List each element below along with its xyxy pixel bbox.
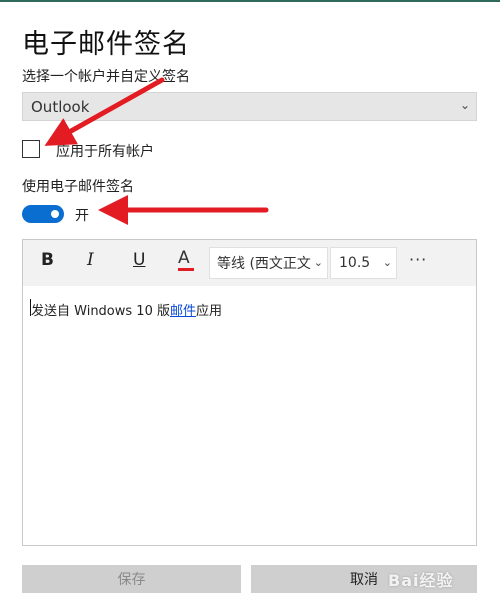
account-select-value: Outlook	[31, 97, 90, 116]
chevron-down-icon: ⌄	[382, 256, 392, 269]
font-size-select[interactable]: 10.5 ⌄	[330, 247, 397, 279]
apply-all-label[interactable]: 应用于所有帐户	[56, 141, 154, 161]
toggle-state-label: 开	[75, 208, 89, 224]
chevron-down-icon: ⌄	[313, 256, 323, 269]
signature-editor[interactable]: B I U A 等线 (西文正文 ⌄ 10.5 ⌄ ··· 发送自 Window…	[22, 239, 477, 546]
signature-text-after: 应用	[196, 304, 223, 319]
chevron-down-icon: ⌄	[459, 98, 470, 112]
use-signature-label: 使用电子邮件签名	[22, 179, 134, 195]
page-title: 电子邮件签名	[22, 29, 190, 60]
signature-text-before: 发送自 Windows 10 版	[31, 304, 170, 319]
more-options-icon[interactable]: ···	[409, 250, 427, 269]
formatting-toolbar: B I U A 等线 (西文正文 ⌄ 10.5 ⌄ ···	[23, 240, 476, 286]
font-color-button[interactable]: A	[178, 250, 194, 271]
toggle-knob	[51, 210, 59, 218]
cancel-button-label: 取消	[350, 572, 378, 588]
italic-button[interactable]: I	[87, 250, 94, 270]
signature-text[interactable]: 发送自 Windows 10 版邮件应用	[31, 300, 222, 319]
mail-app-link[interactable]: 邮件	[170, 304, 196, 319]
window-top-border	[0, 0, 500, 2]
font-color-swatch	[178, 268, 194, 271]
save-button[interactable]: 保存	[22, 565, 241, 593]
baidu-jingyan-watermark: Bai经验	[388, 571, 454, 590]
bold-button[interactable]: B	[41, 250, 54, 270]
font-color-icon: A	[178, 248, 190, 268]
account-select[interactable]: Outlook ⌄	[22, 92, 477, 121]
account-label: 选择一个帐户并自定义签名	[22, 69, 190, 85]
font-size-value: 10.5	[339, 255, 371, 271]
underline-button[interactable]: U	[133, 250, 145, 270]
font-family-select[interactable]: 等线 (西文正文 ⌄	[209, 247, 328, 279]
apply-all-checkbox[interactable]	[22, 140, 40, 158]
font-family-value: 等线 (西文正文	[217, 256, 311, 272]
signature-toggle[interactable]	[22, 205, 64, 223]
